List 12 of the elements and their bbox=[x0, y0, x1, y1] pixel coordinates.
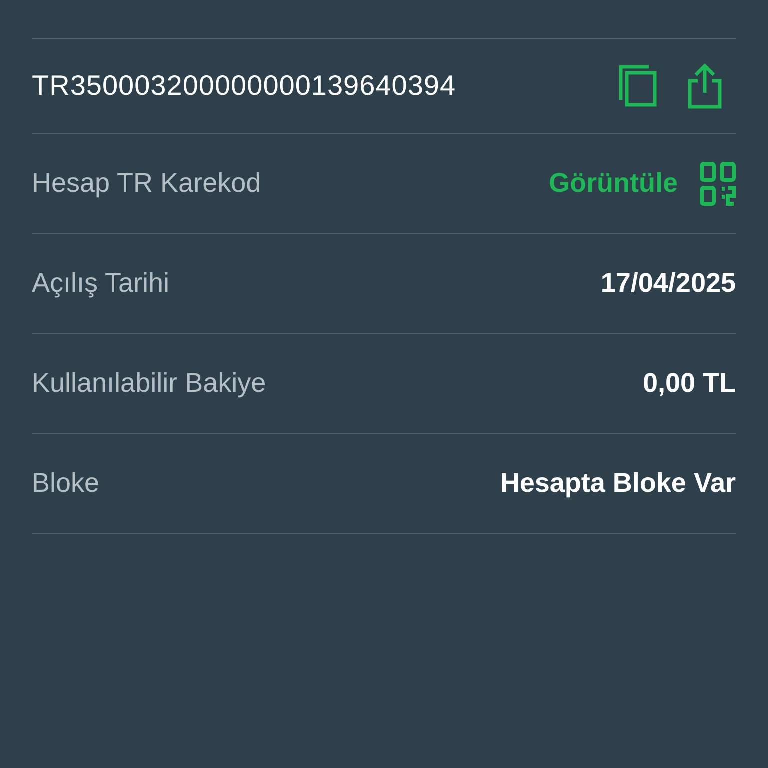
row-value: 17/04/2025 bbox=[600, 267, 736, 300]
row-label: Açılış Tarihi bbox=[32, 267, 170, 300]
view-qr-button[interactable]: Görüntüle bbox=[549, 162, 736, 206]
row-value: 0,00 TL bbox=[642, 367, 736, 400]
iban-number: TR350003200000000139640394 bbox=[32, 69, 456, 103]
row-label: Bloke bbox=[32, 467, 100, 500]
row-value: Hesapta Bloke Var bbox=[500, 467, 736, 500]
row-label: Hesap TR Karekod bbox=[32, 167, 262, 200]
share-icon[interactable] bbox=[688, 63, 722, 109]
row-label: Kullanılabilir Bakiye bbox=[32, 367, 266, 400]
copy-icon[interactable] bbox=[618, 64, 658, 108]
qr-code-icon bbox=[700, 162, 736, 206]
